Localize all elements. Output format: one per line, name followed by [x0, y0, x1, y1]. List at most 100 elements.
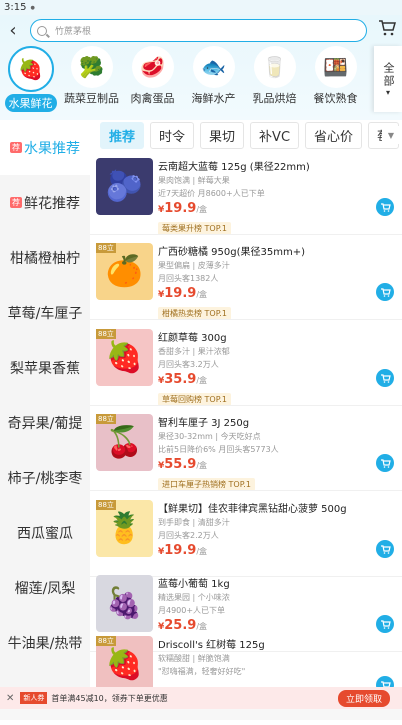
product-list: 推荐时令果切补VC省心价莓 ▼ 🫐 云南超大蓝莓 125g (果径22mm) 果肉饱… — [90, 120, 402, 720]
product-price: ¥19.9/盒 — [158, 543, 378, 558]
add-to-cart-button[interactable] — [376, 369, 394, 387]
product-info: 广西砂糖橘 950g(果径35mm+) 果型偏扁 | 皮薄多汁 月回头客1382人 ¥… — [158, 243, 378, 320]
product-info: 智利车厘子 3J 250g 果径30-32mm | 今天吃好点 比前5日降价6% 月… — [158, 414, 378, 491]
sidebar-item-6[interactable]: 柿子/桃李枣 — [0, 450, 90, 505]
price-unit: /盒 — [196, 461, 208, 470]
product-price: ¥19.9/盒 — [158, 286, 378, 301]
category-image: 🍱 — [314, 46, 357, 88]
category-image: 🥦 — [70, 46, 113, 88]
product-badge: 88立 — [96, 636, 116, 646]
add-to-cart-button[interactable] — [376, 198, 394, 216]
category-row: 🍓 水果鲜花 🥦 蔬菜豆制品 🥩 肉禽蛋品 🐟 海鲜水产 🥛 乳品烘焙 🍱 餐饮熟食 🍜快手 — [0, 46, 370, 116]
sidebar-item-label: 梨苹果香蕉 — [10, 360, 80, 377]
all-categories-button[interactable]: 全部 ▾ — [374, 46, 402, 112]
tab-0[interactable]: 推荐 — [100, 121, 145, 149]
product-info: 红颜草莓 300g 香甜多汁 | 果汁浓郁 月回头客3.2万人 ¥35.9/盒 草莓回购… — [158, 329, 378, 406]
category-label: 肉禽蛋品 — [130, 92, 175, 105]
status-bar: 3:15 ● — [0, 0, 402, 15]
category-label: 餐饮熟食 — [313, 92, 358, 105]
product-sales: 月回头客1382人 — [158, 274, 219, 283]
tab-1[interactable]: 时令 — [150, 121, 195, 149]
product-desc: 软糯酸甜 | 鲜脆饱满 — [158, 654, 230, 663]
search-icon — [37, 25, 47, 36]
new-user-tag: 新人券 — [20, 692, 48, 704]
add-to-cart-button[interactable] — [376, 283, 394, 301]
divider — [90, 319, 402, 320]
product-name: 广西砂糖橘 950g(果径35mm+) — [158, 247, 306, 258]
sidebar-item-7[interactable]: 西瓜蜜瓜 — [0, 505, 90, 560]
chevron-down-icon: ▾ — [385, 87, 390, 97]
category-label: 水果鲜花 — [4, 94, 57, 112]
sidebar-item-label: 柿子/桃李枣 — [7, 470, 83, 487]
divider — [90, 490, 402, 491]
category-0[interactable]: 🍓 水果鲜花 — [0, 46, 61, 116]
product-desc: 到手即食 | 清甜多汁 — [158, 518, 230, 527]
close-icon[interactable]: ✕ — [6, 693, 14, 704]
sidebar-item-9[interactable]: 牛油果/热带 — [0, 615, 90, 670]
product-image: 🫐 — [96, 158, 153, 215]
product-image: 🍇 — [96, 575, 153, 632]
product-badge: 88立 — [96, 414, 116, 424]
add-to-cart-button[interactable] — [376, 540, 394, 558]
product-card[interactable]: 🍒 88立 智利车厘子 3J 250g 果径30-32mm | 今天吃好点 比前5日降价… — [90, 410, 402, 492]
cart-icon — [380, 619, 391, 629]
category-label: 乳品烘焙 — [252, 92, 297, 105]
search-placeholder: 竹蔗茅根 — [55, 27, 92, 37]
product-info: Driscoll's 红树莓 125g 软糯酸甜 | 鲜脆饱满 "怼嗨福满，轻奢好好… — [158, 636, 378, 677]
sidebar-item-label: 奇异果/葡提 — [7, 415, 83, 432]
product-name: Driscoll's 红树莓 125g — [158, 640, 265, 651]
sidebar-item-1[interactable]: 荐鲜花推荐 — [0, 175, 90, 230]
sidebar-tag: 荐 — [10, 197, 22, 208]
tab-more-icon[interactable]: ▼ — [382, 126, 400, 144]
category-image: 🥩 — [131, 46, 174, 88]
price-value: 55.9 — [164, 457, 197, 472]
category-image: 🐟 — [192, 46, 235, 88]
category-1[interactable]: 🥦 蔬菜豆制品 — [61, 46, 122, 116]
sidebar-tag: 荐 — [10, 142, 22, 153]
sidebar-item-2[interactable]: 柑橘橙柚柠 — [0, 230, 90, 285]
product-info: 云南超大蓝莓 125g (果径22mm) 果肉饱满 | 鲜莓大果 近7天超价 月86… — [158, 158, 378, 235]
sidebar-item-label: 榴莲/凤梨 — [14, 580, 76, 597]
product-price: ¥19.9/盒 — [158, 201, 378, 216]
home-indicator — [0, 709, 402, 720]
category-4[interactable]: 🥛 乳品烘焙 — [244, 46, 305, 116]
tab-2[interactable]: 果切 — [200, 121, 245, 149]
product-card[interactable]: 🍊 88立 广西砂糖橘 950g(果径35mm+) 果型偏扁 | 皮薄多汁 月回头客13… — [90, 239, 402, 321]
cart-icon — [380, 544, 391, 554]
category-image: 🥛 — [253, 46, 296, 88]
search-bar[interactable]: 竹蔗茅根 — [30, 19, 367, 42]
product-card[interactable]: 🍓 88立 红颜草莓 300g 香甜多汁 | 果汁浓郁 月回头客3.2万人 ¥35.9/盒… — [90, 325, 402, 407]
product-price: ¥35.9/盒 — [158, 372, 378, 387]
status-dot: ● — [30, 4, 35, 11]
product-card[interactable]: 🫐 云南超大蓝莓 125g (果径22mm) 果肉饱满 | 鲜莓大果 近7天超价 月8… — [90, 154, 402, 236]
category-2[interactable]: 🥩 肉禽蛋品 — [122, 46, 183, 116]
product-name: 智利车厘子 3J 250g — [158, 418, 250, 429]
category-6[interactable]: 🍜快手 — [366, 46, 370, 116]
product-sales: 月回头客2.2万人 — [158, 531, 219, 540]
tab-4[interactable]: 省心价 — [305, 121, 363, 149]
sidebar-item-label: 柑橘橙柚柠 — [10, 250, 80, 267]
product-name: 云南超大蓝莓 125g (果径22mm) — [158, 162, 310, 173]
sidebar-item-8[interactable]: 榴莲/凤梨 — [0, 560, 90, 615]
add-to-cart-button[interactable] — [376, 615, 394, 633]
category-3[interactable]: 🐟 海鲜水产 — [183, 46, 244, 116]
sidebar-item-4[interactable]: 梨苹果香蕉 — [0, 340, 90, 395]
product-sales: 近7天超价 月8600+人已下单 — [158, 189, 265, 198]
add-to-cart-button[interactable] — [376, 454, 394, 472]
product-info: 蓝莓小葡萄 1kg 精选果园 | 个小味浓 月4900+人已下单 ¥25.9/盒 — [158, 575, 378, 633]
sidebar-item-3[interactable]: 草莓/车厘子 — [0, 285, 90, 340]
banner-text: 首单满45减10，领券下单更优惠 — [51, 693, 168, 703]
back-icon[interactable]: ‹ — [0, 20, 26, 41]
tab-3[interactable]: 补VC — [250, 121, 300, 149]
cart-icon[interactable] — [378, 19, 396, 37]
sidebar: 荐水果推荐荐鲜花推荐柑橘橙柚柠草莓/车厘子 梨苹果香蕉奇异果/葡提 柿子/桃李枣西瓜… — [0, 120, 90, 720]
product-card[interactable]: 🍍 88立 【鲜果切】佳农菲律宾黑钻甜心菠萝 500g 到手即食 | 清甜多汁 月回头客… — [90, 496, 402, 578]
claim-coupon-button[interactable]: 立即领取 — [337, 690, 390, 707]
sidebar-item-5[interactable]: 奇异果/葡提 — [0, 395, 90, 450]
cart-icon — [380, 202, 391, 212]
category-5[interactable]: 🍱 餐饮熟食 — [305, 46, 366, 116]
sidebar-item-0[interactable]: 荐水果推荐 — [0, 120, 90, 175]
product-desc: 果型偏扁 | 皮薄多汁 — [158, 261, 230, 270]
sidebar-item-label: 草莓/车厘子 — [7, 305, 83, 322]
cart-icon — [380, 458, 391, 468]
